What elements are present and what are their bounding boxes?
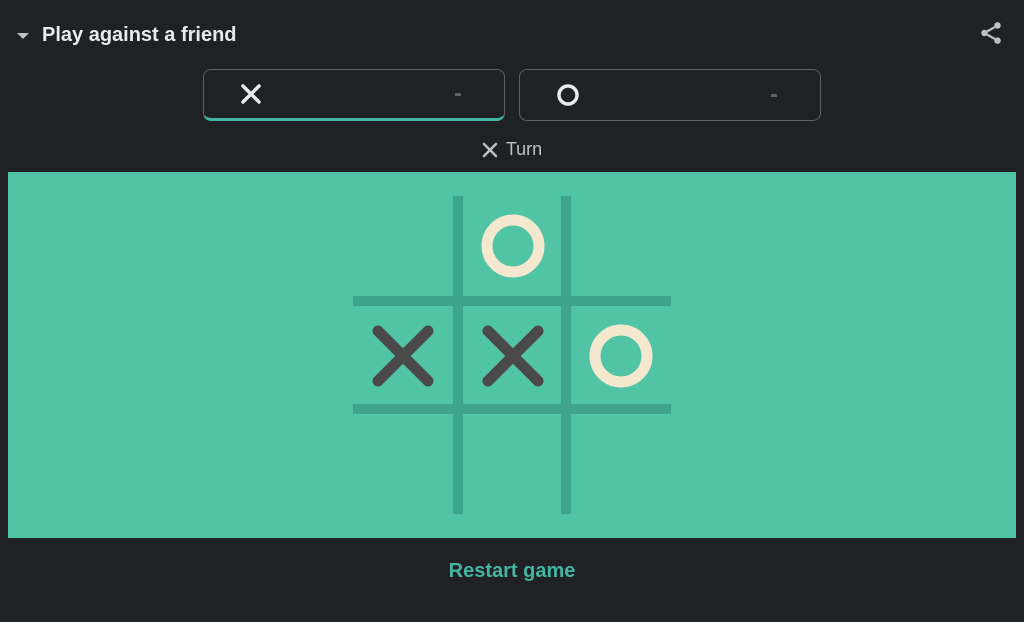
cell-5 (571, 306, 671, 406)
turn-indicator: Turn (16, 139, 1008, 160)
score-o-value: - (770, 81, 778, 109)
cell-4 (463, 306, 563, 406)
o-mark-icon (586, 321, 656, 391)
cell-3 (353, 306, 453, 406)
grid-line (453, 196, 463, 514)
mode-label: Play against a friend (42, 24, 237, 47)
score-row: - - (16, 69, 1008, 121)
header: Play against a friend (16, 10, 1008, 69)
restart-button[interactable]: Restart game (449, 560, 576, 583)
turn-x-icon (482, 142, 498, 158)
o-icon (556, 83, 580, 107)
game-container: Play against a friend - (0, 0, 1024, 622)
board-area (8, 172, 1016, 538)
score-card-o[interactable]: - (519, 69, 821, 121)
score-card-x[interactable]: - (203, 69, 505, 121)
mode-selector[interactable]: Play against a friend (16, 24, 237, 47)
footer: Restart game (16, 538, 1008, 605)
x-mark-icon (478, 321, 548, 391)
chevron-down-icon (16, 31, 30, 41)
o-mark-icon (478, 211, 548, 281)
x-icon (240, 83, 262, 105)
cell-7[interactable] (463, 414, 563, 514)
cell-0[interactable] (353, 196, 453, 296)
cell-2[interactable] (571, 196, 671, 296)
x-mark-icon (368, 321, 438, 391)
cell-1 (463, 196, 563, 296)
grid-line (353, 296, 671, 306)
score-x-value: - (454, 80, 462, 108)
cell-6[interactable] (353, 414, 453, 514)
turn-label: Turn (506, 139, 542, 160)
cell-8[interactable] (571, 414, 671, 514)
share-icon (978, 33, 1004, 50)
share-button[interactable] (974, 16, 1008, 55)
board (353, 196, 671, 514)
